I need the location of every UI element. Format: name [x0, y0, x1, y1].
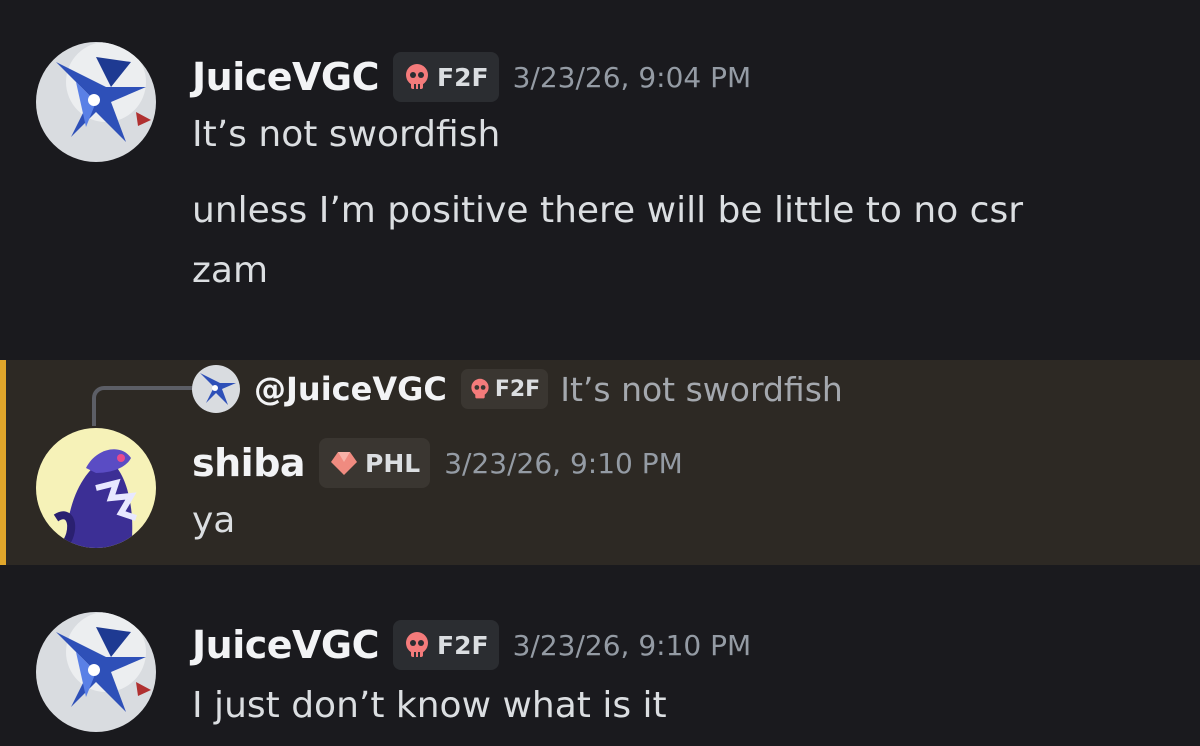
message-2[interactable]: shiba PHL 3/23/26, 9:10 PM ya [0, 360, 1200, 565]
guild-tag[interactable]: F2F [393, 620, 499, 670]
pokemon-avatar-icon [36, 428, 156, 548]
guild-tag[interactable]: F2F [393, 52, 499, 102]
guild-tag-label: F2F [437, 630, 489, 660]
message-3[interactable]: JuiceVGC F2F 3/23/26, 9:10 PM I just don… [0, 590, 1200, 746]
username[interactable]: JuiceVGC [192, 623, 380, 667]
guild-tag-label: PHL [365, 448, 421, 478]
avatar-shiba[interactable] [36, 428, 156, 548]
skull-icon [406, 64, 429, 89]
username[interactable]: shiba [192, 441, 306, 485]
username[interactable]: JuiceVGC [192, 55, 380, 99]
timestamp: 3/23/26, 9:04 PM [512, 60, 752, 94]
avatar-juicevgc[interactable] [36, 612, 156, 732]
gem-icon [331, 452, 358, 475]
guild-tag[interactable]: PHL [319, 438, 431, 488]
message-line: It’s not swordfish [192, 114, 501, 155]
message-line: ya [192, 500, 236, 541]
message-1[interactable]: JuiceVGC F2F 3/23/26, 9:04 PM It’s not s… [0, 0, 1200, 340]
message-line: I just don’t know what is it [192, 685, 667, 726]
timestamp: 3/23/26, 9:10 PM [512, 628, 752, 662]
skull-icon [406, 632, 429, 657]
dragon-avatar-icon [36, 612, 156, 732]
guild-tag-label: F2F [437, 62, 489, 92]
message-line: zam [192, 250, 269, 291]
chat-log: JuiceVGC F2F 3/23/26, 9:04 PM It’s not s… [0, 0, 1200, 746]
timestamp: 3/23/26, 9:10 PM [444, 446, 683, 480]
avatar-juicevgc[interactable] [36, 42, 156, 162]
dragon-avatar-icon [36, 42, 156, 162]
message-line: unless I’m positive there will be little… [192, 190, 1024, 231]
